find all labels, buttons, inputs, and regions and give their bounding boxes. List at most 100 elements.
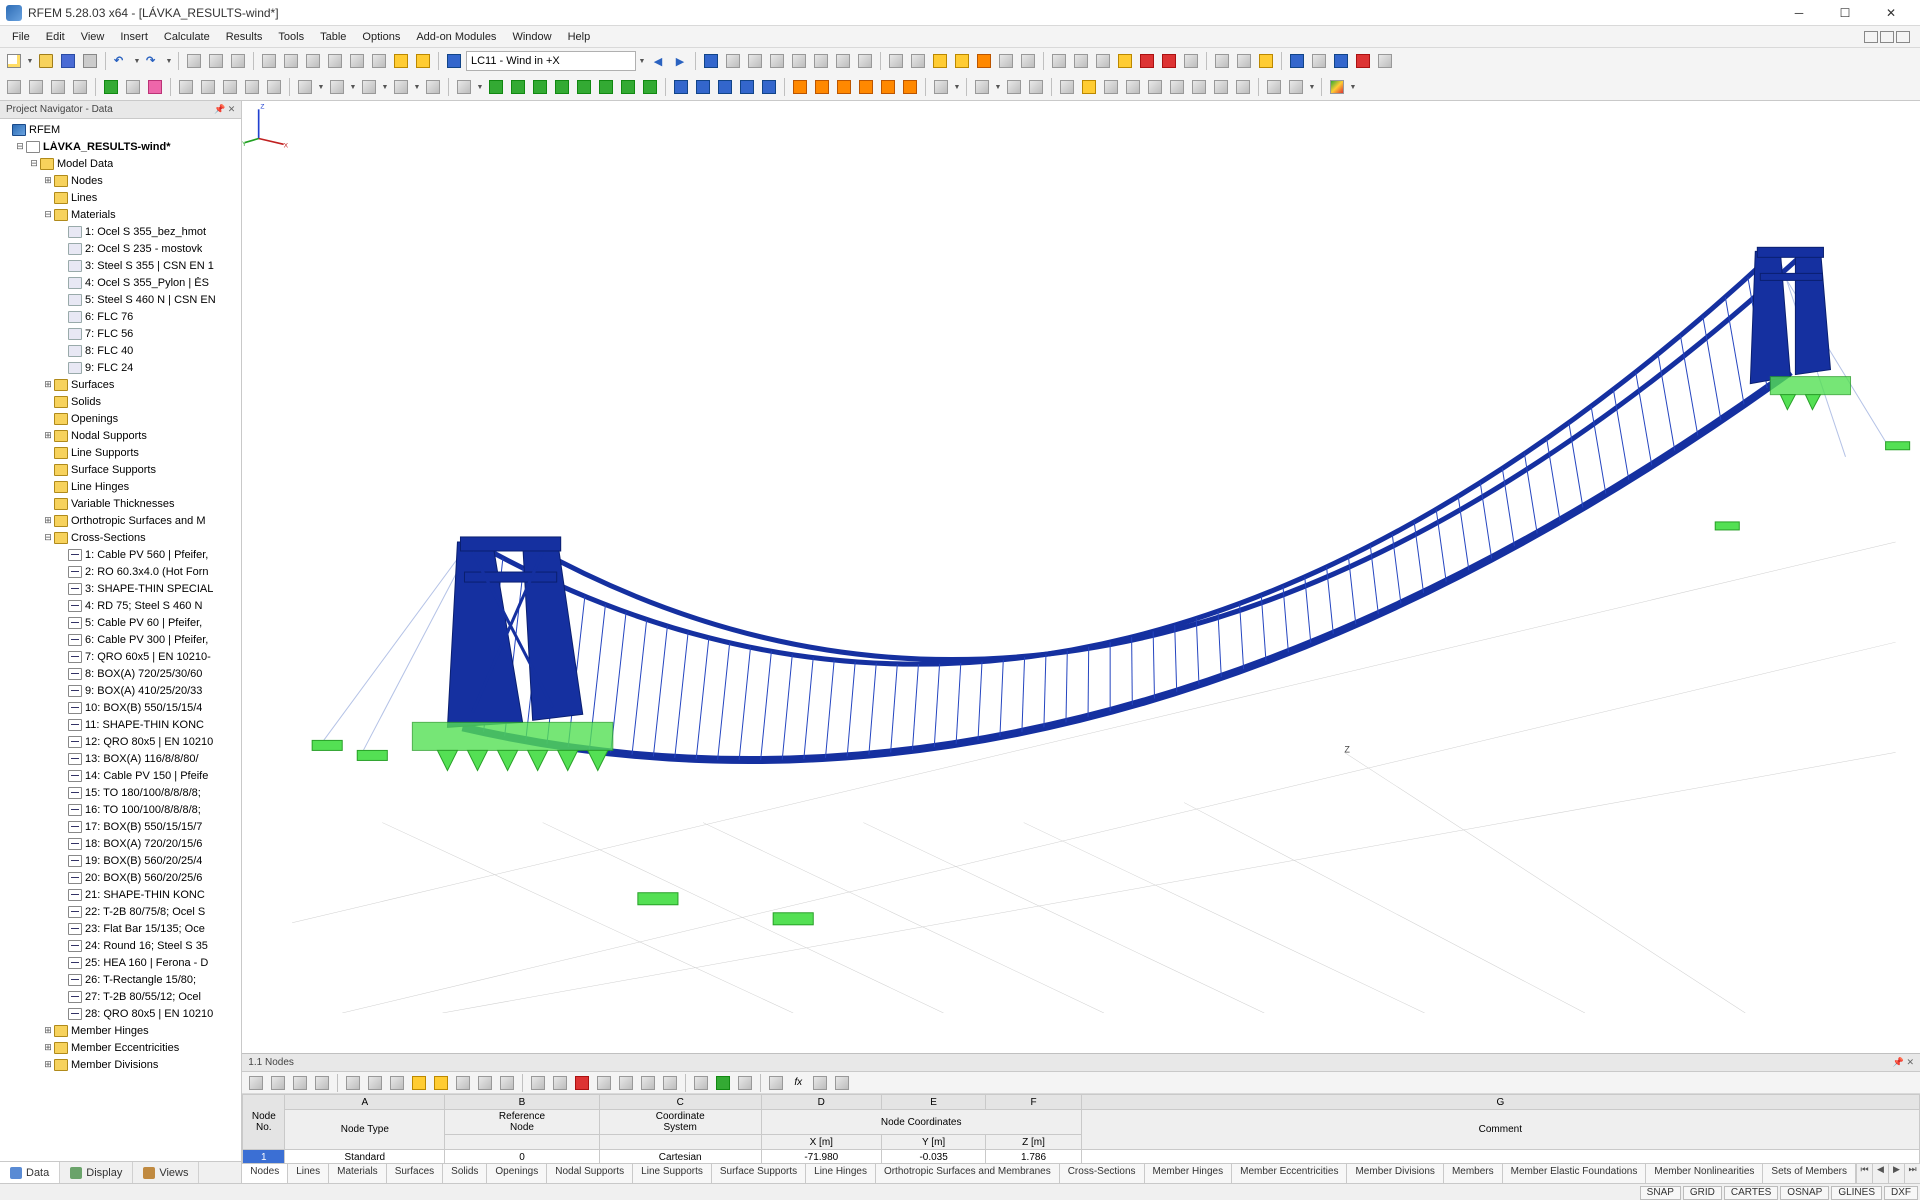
tb2-o[interactable] bbox=[931, 77, 951, 97]
tb2-d[interactable] bbox=[242, 77, 262, 97]
tb2-r2[interactable] bbox=[1286, 77, 1306, 97]
dpt-6[interactable] bbox=[365, 1073, 385, 1093]
data-tab[interactable]: Line Hinges bbox=[806, 1164, 876, 1183]
tb2-h-drop[interactable]: ▼ bbox=[381, 84, 389, 91]
tb2-member[interactable] bbox=[48, 77, 68, 97]
cut-button[interactable] bbox=[184, 51, 204, 71]
tb2-q8[interactable] bbox=[1211, 77, 1231, 97]
tb-len[interactable] bbox=[886, 51, 906, 71]
menu-help[interactable]: Help bbox=[560, 29, 599, 45]
tree-cross-section-item[interactable]: 16: TO 100/100/8/8/8/8; bbox=[0, 801, 241, 818]
tree-material-item[interactable]: 9: FLC 24 bbox=[0, 359, 241, 376]
cell-y[interactable]: -0.035 bbox=[881, 1150, 986, 1164]
tree-cross-section-item[interactable]: 7: QRO 60x5 | EN 10210- bbox=[0, 648, 241, 665]
tree-material-item[interactable]: 7: FLC 56 bbox=[0, 325, 241, 342]
dpt-3[interactable] bbox=[290, 1073, 310, 1093]
cell-coord-sys[interactable]: Cartesian bbox=[599, 1150, 761, 1164]
menu-addons[interactable]: Add-on Modules bbox=[408, 29, 504, 45]
menu-results[interactable]: Results bbox=[218, 29, 271, 45]
tb-cog[interactable] bbox=[952, 51, 972, 71]
cell-ref-node[interactable]: 0 bbox=[445, 1150, 599, 1164]
tree-cross-section-item[interactable]: 11: SHAPE-THIN KONC bbox=[0, 716, 241, 733]
dpt-16[interactable] bbox=[594, 1073, 614, 1093]
tb-area[interactable] bbox=[930, 51, 950, 71]
data-tab[interactable]: Cross-Sections bbox=[1060, 1164, 1145, 1183]
tree-cross-sections[interactable]: ⊟Cross-Sections bbox=[0, 529, 241, 546]
tb2-n6[interactable] bbox=[900, 77, 920, 97]
tb-h2[interactable] bbox=[1137, 51, 1157, 71]
dpt-5[interactable] bbox=[343, 1073, 363, 1093]
tree-material-item[interactable]: 5: Steel S 460 N | CSN EN bbox=[0, 291, 241, 308]
tb2-q5[interactable] bbox=[1145, 77, 1165, 97]
tree-cross-section-item[interactable]: 26: T-Rectangle 15/80; bbox=[0, 971, 241, 988]
tb2-load[interactable] bbox=[145, 77, 165, 97]
tb2-n5[interactable] bbox=[878, 77, 898, 97]
tree-cross-section-item[interactable]: 17: BOX(B) 550/15/15/7 bbox=[0, 818, 241, 835]
tb2-q2[interactable] bbox=[1079, 77, 1099, 97]
menu-table[interactable]: Table bbox=[312, 29, 354, 45]
tree-material-item[interactable]: 6: FLC 76 bbox=[0, 308, 241, 325]
tree-cross-section-item[interactable]: 6: Cable PV 300 | Pfeifer, bbox=[0, 631, 241, 648]
tree-cross-section-item[interactable]: 25: HEA 160 | Ferona - D bbox=[0, 954, 241, 971]
tb2-j[interactable] bbox=[423, 77, 443, 97]
tb-c[interactable] bbox=[974, 51, 994, 71]
tree-member-ecc[interactable]: ⊞Member Eccentricities bbox=[0, 1039, 241, 1056]
data-tab[interactable]: Materials bbox=[329, 1164, 387, 1183]
dpt-1[interactable] bbox=[246, 1073, 266, 1093]
undo-dropdown[interactable]: ▼ bbox=[133, 58, 141, 65]
tb2-n3[interactable] bbox=[834, 77, 854, 97]
tree-material-item[interactable]: 3: Steel S 355 | CSN EN 1 bbox=[0, 257, 241, 274]
tb-j2[interactable] bbox=[1309, 51, 1329, 71]
data-tab[interactable]: Members bbox=[1444, 1164, 1503, 1183]
tree-openings[interactable]: Openings bbox=[0, 410, 241, 427]
tree-cross-section-item[interactable]: 14: Cable PV 150 | Pfeife bbox=[0, 767, 241, 784]
tree-cross-section-item[interactable]: 3: SHAPE-THIN SPECIAL bbox=[0, 580, 241, 597]
window-close-button[interactable]: ✕ bbox=[1868, 0, 1914, 26]
undo-button[interactable]: ↶ bbox=[111, 51, 131, 71]
tb2-a[interactable] bbox=[176, 77, 196, 97]
dpt-18[interactable] bbox=[638, 1073, 658, 1093]
redo-dropdown[interactable]: ▼ bbox=[165, 58, 173, 65]
dpt-4[interactable] bbox=[312, 1073, 332, 1093]
tb-show[interactable] bbox=[1071, 51, 1091, 71]
tb2-p1d[interactable]: ▼ bbox=[994, 84, 1002, 91]
tb2-m5[interactable] bbox=[759, 77, 779, 97]
tb-h1[interactable] bbox=[1115, 51, 1135, 71]
open-button[interactable] bbox=[36, 51, 56, 71]
tb2-r2d[interactable]: ▼ bbox=[1308, 84, 1316, 91]
tb2-g[interactable] bbox=[327, 77, 347, 97]
tb-h3[interactable] bbox=[1159, 51, 1179, 71]
tb-view-top[interactable] bbox=[413, 51, 433, 71]
tree-cross-section-item[interactable]: 8: BOX(A) 720/25/30/60 bbox=[0, 665, 241, 682]
tb-lc-icon[interactable] bbox=[444, 51, 464, 71]
tree-ortho[interactable]: ⊞Orthotropic Surfaces and M bbox=[0, 512, 241, 529]
tree-cross-section-item[interactable]: 10: BOX(B) 550/15/15/4 bbox=[0, 699, 241, 716]
menu-file[interactable]: File bbox=[4, 29, 38, 45]
tabs-scroll-last[interactable]: ⏭ bbox=[1904, 1164, 1920, 1183]
tb-pan[interactable] bbox=[347, 51, 367, 71]
data-tab[interactable]: Member Eccentricities bbox=[1232, 1164, 1347, 1183]
tb2-l3[interactable] bbox=[530, 77, 550, 97]
menu-tools[interactable]: Tools bbox=[270, 29, 312, 45]
tb-orbit[interactable] bbox=[369, 51, 389, 71]
tb-e[interactable] bbox=[1018, 51, 1038, 71]
tree-lines[interactable]: Lines bbox=[0, 189, 241, 206]
lc-prev-button[interactable]: ◀ bbox=[648, 51, 668, 71]
tb2-l1[interactable] bbox=[486, 77, 506, 97]
tree-root[interactable]: RFEM bbox=[0, 121, 241, 138]
dpt-13[interactable] bbox=[528, 1073, 548, 1093]
tb2-sd[interactable]: ▼ bbox=[1349, 84, 1357, 91]
tb2-b[interactable] bbox=[198, 77, 218, 97]
tb2-n2[interactable] bbox=[812, 77, 832, 97]
tabs-scroll-prev[interactable]: ◀ bbox=[1872, 1164, 1888, 1183]
mdi-restore-icon[interactable] bbox=[1880, 31, 1894, 43]
tabs-scroll-first[interactable]: ⏮ bbox=[1856, 1164, 1872, 1183]
tree-member-div[interactable]: ⊞Member Divisions bbox=[0, 1056, 241, 1073]
nav-tab-data[interactable]: Data bbox=[0, 1162, 60, 1183]
tb2-p1[interactable] bbox=[972, 77, 992, 97]
dpt-15[interactable] bbox=[572, 1073, 592, 1093]
dpt-25[interactable] bbox=[810, 1073, 830, 1093]
tree-cross-section-item[interactable]: 27: T-2B 80/55/12; Ocel bbox=[0, 988, 241, 1005]
menu-window[interactable]: Window bbox=[504, 29, 559, 45]
tb2-l7[interactable] bbox=[618, 77, 638, 97]
